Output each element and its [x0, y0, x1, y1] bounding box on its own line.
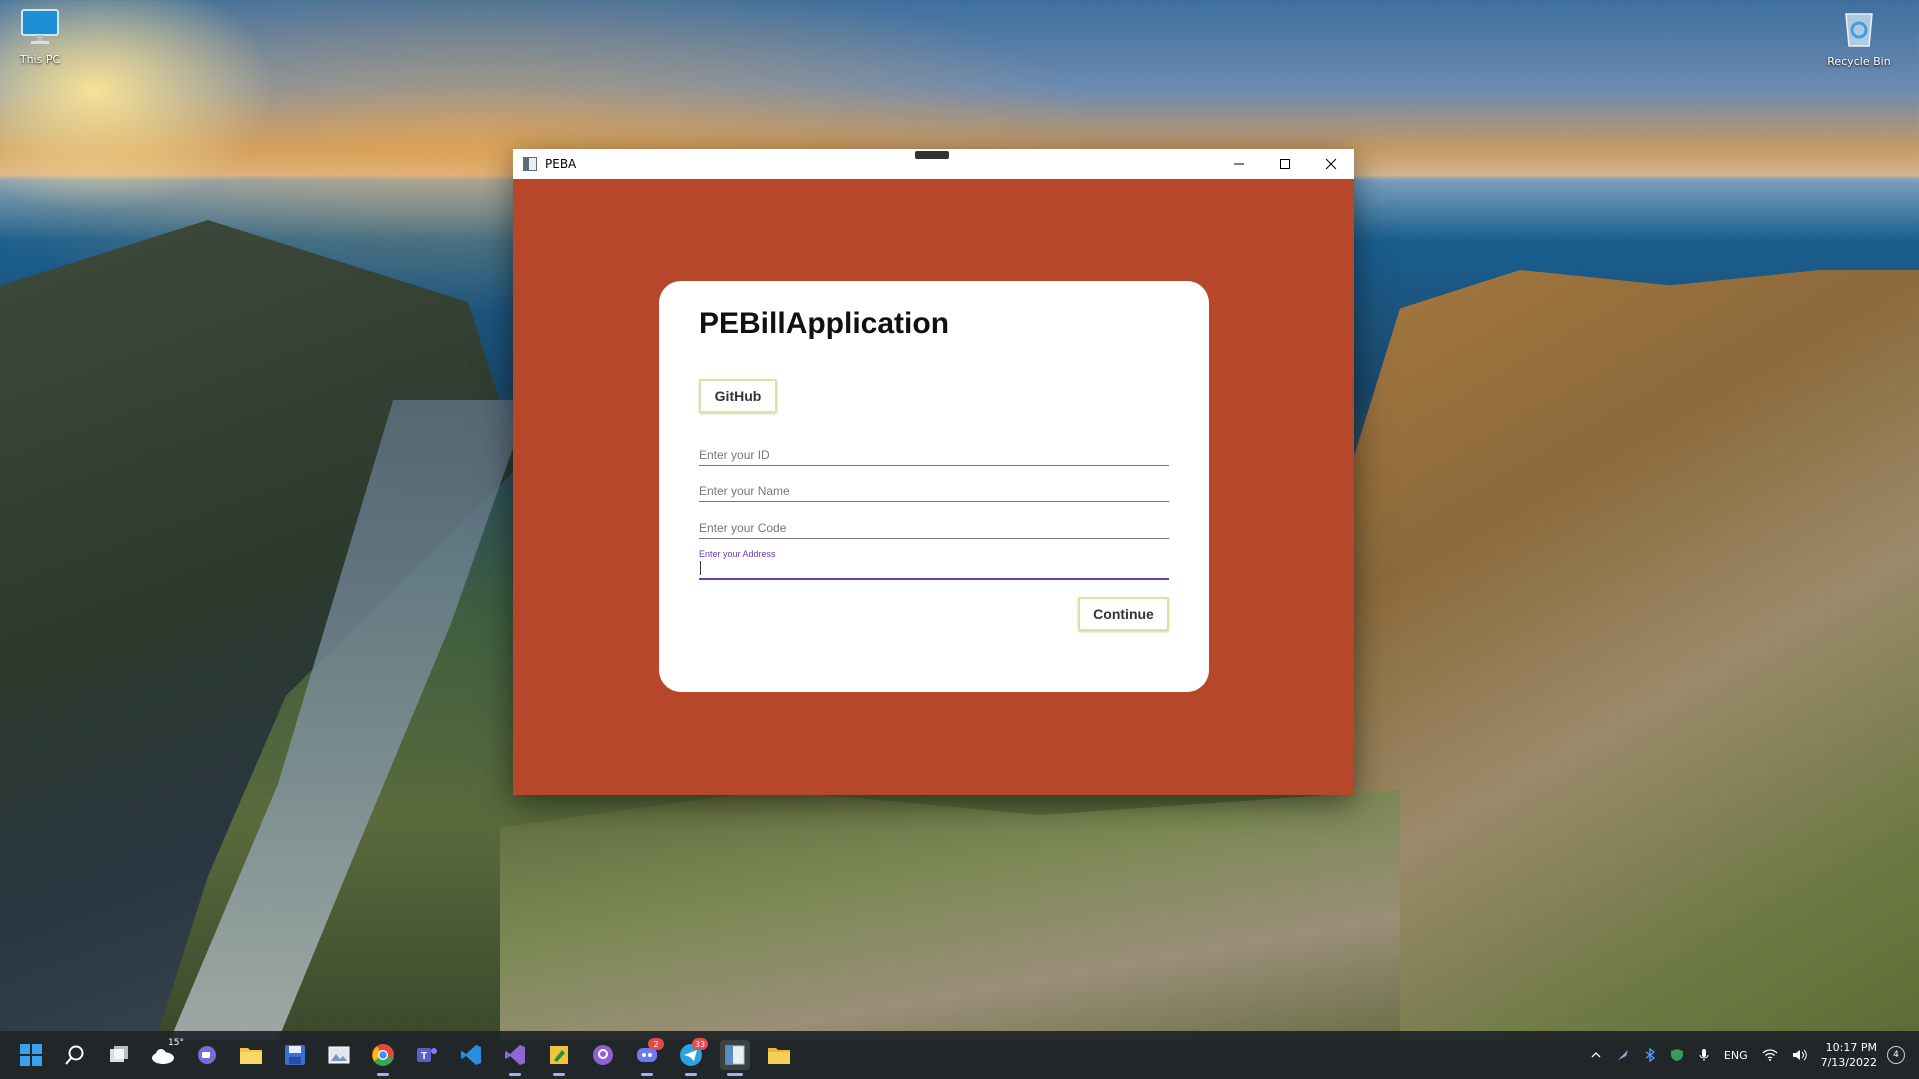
- edit-pen-icon: [550, 1046, 568, 1064]
- show-hidden-icons-button[interactable]: [1590, 1049, 1602, 1061]
- snap-grip-handle[interactable]: [915, 151, 949, 159]
- github-icon: [593, 1045, 613, 1065]
- save-app-button[interactable]: [280, 1040, 310, 1070]
- taskbar: 15° T 2 33 ENG 10:17 PM 7/13/2022 4: [0, 1031, 1919, 1079]
- desktop-icon-this-pc[interactable]: This PC: [0, 8, 80, 66]
- photos-button[interactable]: [324, 1040, 354, 1070]
- speaker-icon: [1792, 1049, 1807, 1061]
- teams-button[interactable]: T: [412, 1040, 442, 1070]
- address-field[interactable]: Enter your Address: [699, 549, 1169, 580]
- teams-icon: T: [417, 1048, 437, 1062]
- visual-studio-icon: [505, 1045, 525, 1065]
- close-icon: [1325, 158, 1337, 170]
- peba-app-icon: [725, 1045, 745, 1065]
- volume-tray-button[interactable]: [1792, 1048, 1808, 1062]
- wifi-icon: [1762, 1049, 1778, 1061]
- system-tray: ENG 10:17 PM 7/13/2022 4: [1583, 1031, 1919, 1079]
- desktop-icon-recycle-bin[interactable]: Recycle Bin: [1819, 8, 1899, 68]
- chevron-up-icon: [1591, 1052, 1601, 1058]
- windows-logo-icon: [20, 1044, 42, 1066]
- feather-pen-icon: [1617, 1050, 1628, 1060]
- vscode-button[interactable]: [456, 1040, 486, 1070]
- folder-shortcut-button[interactable]: [764, 1040, 794, 1070]
- wifi-tray-button[interactable]: [1762, 1048, 1778, 1062]
- floppy-disk-icon: [285, 1045, 305, 1065]
- folder-icon: [768, 1048, 790, 1064]
- running-indicator: [509, 1073, 521, 1076]
- notification-badge: 33: [692, 1038, 708, 1050]
- app-heading: PEBillApplication: [699, 307, 950, 340]
- desktop-icon-label: This PC: [19, 53, 61, 66]
- minimize-button[interactable]: [1216, 149, 1262, 179]
- start-button[interactable]: [16, 1040, 46, 1070]
- wallpaper-cliff-right: [1340, 270, 1919, 1040]
- name-field[interactable]: Enter your Name: [699, 481, 1169, 502]
- monitor-icon: [21, 9, 59, 44]
- peba-taskbar-button[interactable]: [720, 1040, 750, 1076]
- maximize-icon: [1280, 159, 1290, 169]
- clock-time: 10:17 PM: [1825, 1041, 1877, 1054]
- active-window-indicator: [727, 1073, 743, 1076]
- telegram-button[interactable]: 33: [676, 1038, 708, 1076]
- notification-badge: 2: [648, 1038, 664, 1050]
- name-field-placeholder: Enter your Name: [699, 484, 790, 498]
- running-indicator: [685, 1073, 697, 1076]
- shield-icon: [1670, 1049, 1683, 1061]
- running-indicator: [377, 1073, 389, 1076]
- chat-icon: [198, 1046, 216, 1064]
- discord-button[interactable]: 2: [632, 1038, 664, 1076]
- notification-center-button[interactable]: 4: [1887, 1046, 1905, 1064]
- image-viewer-icon: [328, 1046, 350, 1064]
- id-field[interactable]: Enter your ID: [699, 445, 1169, 466]
- code-field[interactable]: Enter your Code: [699, 518, 1169, 539]
- task-view-icon: [110, 1046, 128, 1062]
- pen-tray-button[interactable]: [1616, 1048, 1630, 1062]
- clock-date: 7/13/2022: [1820, 1056, 1877, 1069]
- search-button[interactable]: [60, 1040, 90, 1070]
- close-button[interactable]: [1308, 149, 1354, 179]
- recycle-bin-icon: [1845, 13, 1873, 47]
- code-field-placeholder: Enter your Code: [699, 521, 787, 535]
- svg-text:T: T: [421, 1051, 427, 1062]
- address-field-label: Enter your Address: [699, 549, 776, 559]
- visual-studio-button[interactable]: [500, 1040, 530, 1076]
- bluetooth-icon: [1645, 1048, 1655, 1062]
- vscode-icon: [461, 1045, 481, 1065]
- wallpaper-rocks: [500, 790, 1400, 1040]
- app-window: PEBA PEBillApplication GitHub Enter your…: [513, 149, 1354, 795]
- id-field-placeholder: Enter your ID: [699, 448, 770, 462]
- bluetooth-tray-button[interactable]: [1644, 1048, 1656, 1062]
- security-tray-button[interactable]: [1670, 1048, 1684, 1062]
- weather-temperature: 15°: [168, 1038, 184, 1048]
- title-bar[interactable]: PEBA: [513, 149, 1354, 179]
- desktop-icon-label: Recycle Bin: [1827, 55, 1891, 68]
- language-indicator[interactable]: ENG: [1724, 1049, 1748, 1062]
- chrome-button[interactable]: [368, 1040, 398, 1076]
- clock-button[interactable]: 10:17 PM 7/13/2022: [1821, 1040, 1877, 1070]
- running-indicator: [641, 1073, 653, 1076]
- microphone-icon: [1699, 1049, 1709, 1061]
- microphone-tray-button[interactable]: [1698, 1048, 1710, 1062]
- weather-widget-button[interactable]: 15°: [148, 1038, 184, 1070]
- file-explorer-button[interactable]: [236, 1040, 266, 1070]
- chat-button[interactable]: [192, 1040, 222, 1070]
- maximize-button[interactable]: [1262, 149, 1308, 179]
- github-desktop-button[interactable]: [588, 1040, 618, 1070]
- window-title: PEBA: [545, 157, 577, 171]
- running-indicator: [553, 1073, 565, 1076]
- minimize-icon: [1234, 163, 1244, 165]
- task-view-button[interactable]: [104, 1040, 134, 1070]
- chrome-icon: [372, 1044, 394, 1066]
- search-icon: [65, 1045, 84, 1065]
- folder-icon: [240, 1048, 262, 1064]
- app-icon: [523, 157, 537, 171]
- continue-button[interactable]: Continue: [1078, 597, 1169, 631]
- login-card: PEBillApplication GitHub Enter your ID E…: [659, 281, 1209, 692]
- github-button[interactable]: GitHub: [699, 379, 777, 413]
- editor-app-button[interactable]: [544, 1040, 574, 1076]
- text-caret: [700, 561, 701, 575]
